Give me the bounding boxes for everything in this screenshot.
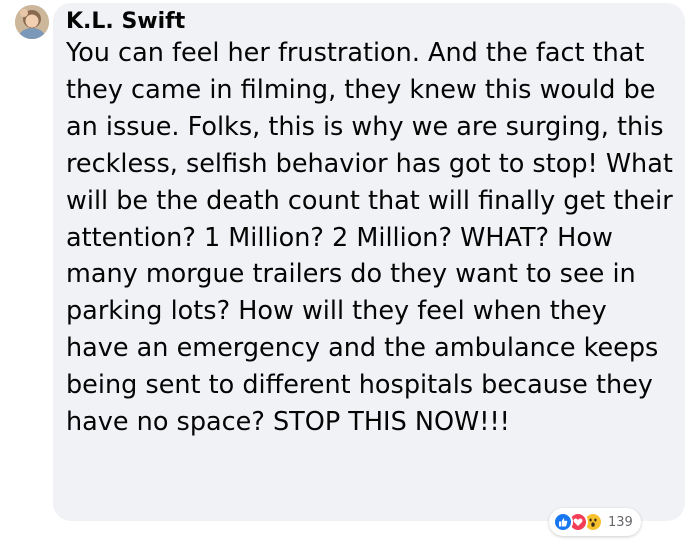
avatar[interactable] <box>15 5 49 39</box>
like-icon <box>553 512 573 532</box>
comment-bubble: K.L. Swift You can feel her frustration.… <box>53 3 685 521</box>
reaction-count: 139 <box>608 514 633 530</box>
comment-text: You can feel her frustration. And the fa… <box>66 38 673 438</box>
reactions-summary[interactable]: 139 <box>549 508 641 536</box>
comment-author[interactable]: K.L. Swift <box>66 8 185 36</box>
